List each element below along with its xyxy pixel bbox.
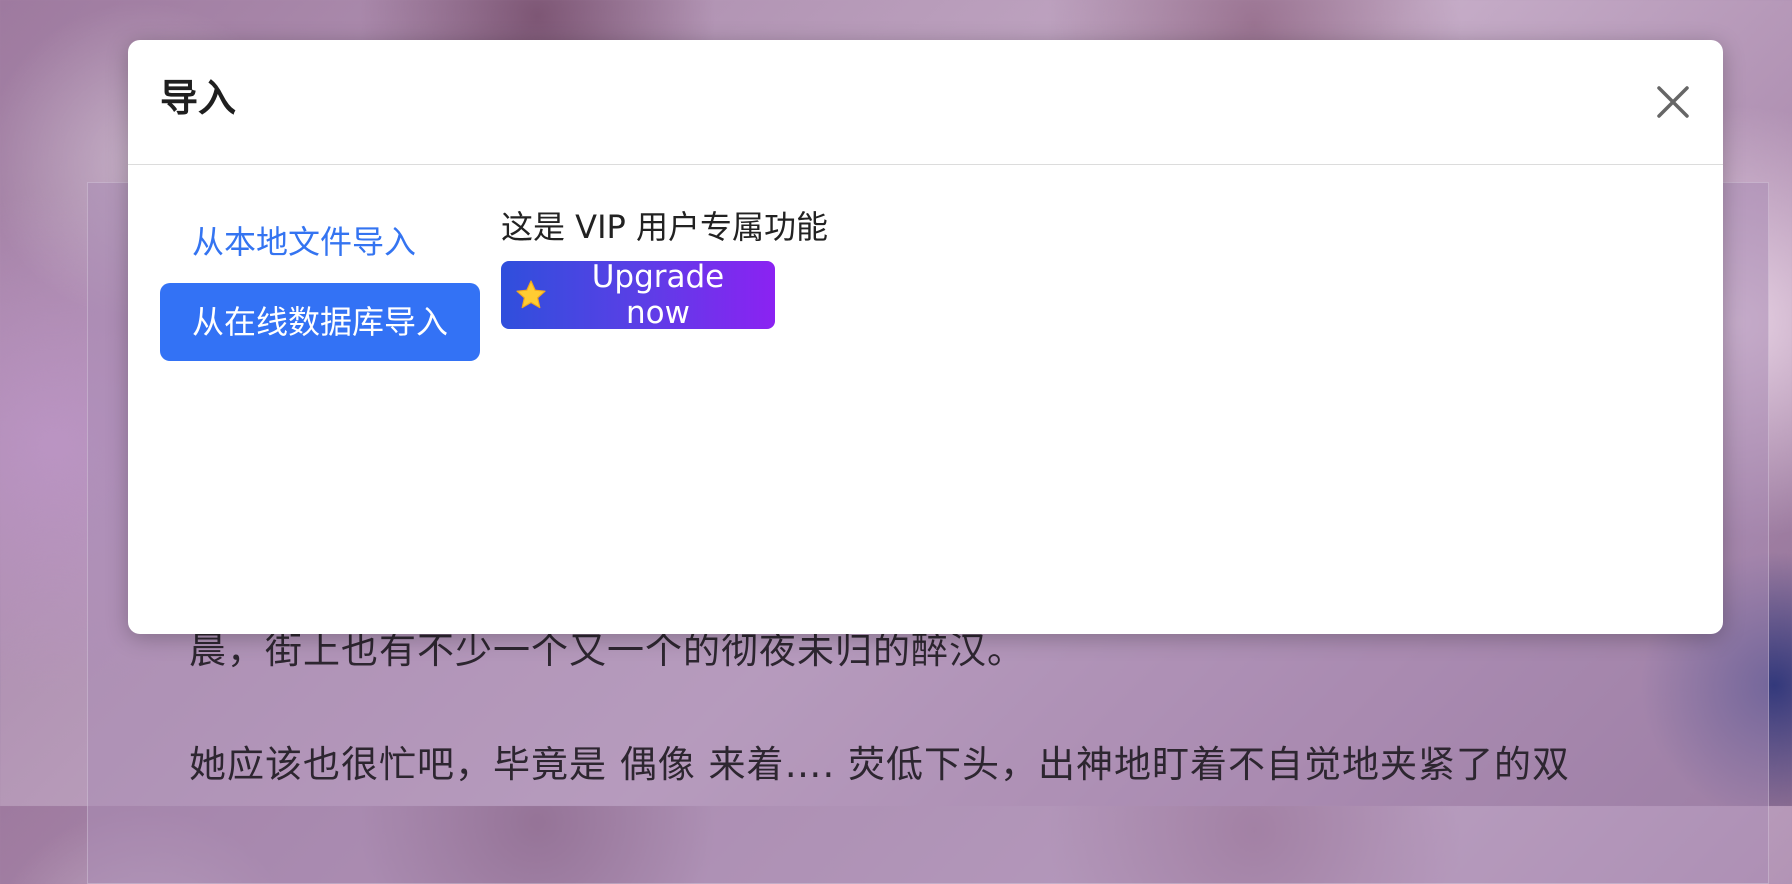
nav-content-panel: 这是 VIP 用户专属功能 Upgrade now: [501, 205, 828, 331]
import-modal: 导入 从本地文件导入 从在线数据库导入 这是 VIP 用户专属功能 Upgrad…: [128, 40, 1723, 634]
import-source-nav: 从本地文件导入 从在线数据库导入: [160, 203, 480, 361]
upgrade-now-label: Upgrade now: [591, 259, 725, 331]
close-icon: [1657, 86, 1689, 118]
vip-message: 这是 VIP 用户专属功能: [501, 208, 828, 246]
close-button[interactable]: [1651, 80, 1695, 124]
background-text-line: 她应该也很忙吧，毕竟是 偶像 来着…. 荧低下头，出神地盯着不自觉地夹紧了的双: [189, 743, 1571, 786]
upgrade-now-button[interactable]: Upgrade now: [501, 259, 775, 331]
nav-item-local-file[interactable]: 从本地文件导入: [160, 203, 480, 281]
star-icon: [515, 279, 547, 311]
nav-item-online-database[interactable]: 从在线数据库导入: [160, 283, 480, 361]
modal-header: 导入: [128, 40, 1723, 165]
modal-title: 导入: [160, 76, 237, 120]
modal-body: 从本地文件导入 从在线数据库导入 这是 VIP 用户专属功能 Upgrade n…: [128, 165, 1723, 634]
